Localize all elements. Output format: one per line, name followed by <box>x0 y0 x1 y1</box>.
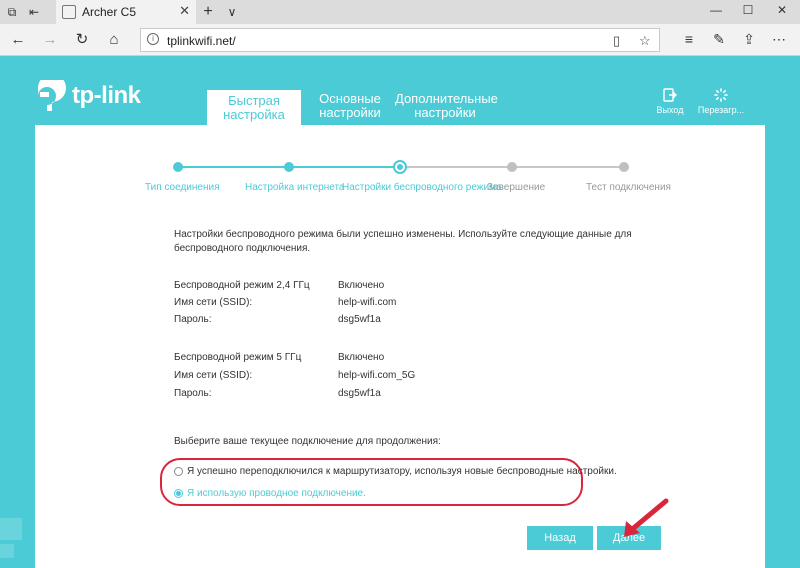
pass5-label: Пароль: <box>174 388 212 399</box>
step-dot-done <box>173 162 183 172</box>
step-dot-pending <box>507 162 517 172</box>
maximize-button[interactable]: ☐ <box>738 3 758 17</box>
url-text[interactable]: tplinkwifi.net/ <box>167 34 236 48</box>
favorite-star-icon[interactable]: ☆ <box>639 33 651 49</box>
reading-view-icon[interactable]: ▯ <box>613 33 620 49</box>
step-label: Завершение <box>487 182 546 193</box>
reboot-label: Перезагр... <box>697 105 745 115</box>
radio-wired[interactable] <box>174 489 183 498</box>
ssid24-label: Имя сети (SSID): <box>174 297 253 308</box>
ssid5-label: Имя сети (SSID): <box>174 370 253 381</box>
more-icon[interactable]: ⋯ <box>770 31 788 48</box>
logout-label: Выход <box>656 105 684 115</box>
step-label: Настройки беспроводного режима <box>342 182 502 193</box>
logout-icon <box>663 88 677 102</box>
ssid5-value: help-wifi.com_5G <box>338 370 416 381</box>
minimize-button[interactable]: — <box>706 3 726 17</box>
step-label: Тип соединения <box>145 182 220 193</box>
intro-text: Настройки беспроводного режима были успе… <box>174 229 632 254</box>
info-icon[interactable]: i <box>147 33 159 45</box>
notes-pen-icon[interactable]: ✎ <box>710 31 728 48</box>
band24-value: Включено <box>338 280 385 291</box>
radio-wireless-label[interactable]: Я успешно переподключился к маршрутизато… <box>187 466 617 477</box>
tab-overview-icon[interactable]: ⧉ <box>4 4 20 20</box>
tab-quick-setup[interactable]: Быстрая настройка <box>207 90 301 126</box>
favorites-hub-icon[interactable]: ≡ <box>680 31 698 47</box>
step-label: Тест подключения <box>586 182 671 193</box>
forward-icon[interactable]: → <box>40 31 60 49</box>
tab-close-icon[interactable]: ✕ <box>179 3 190 19</box>
pass5-value: dsg5wf1a <box>338 388 381 399</box>
tab-list-button[interactable]: ∨ <box>224 4 240 20</box>
back-button[interactable]: Назад <box>527 526 593 550</box>
tab-aside-icon[interactable]: ⇤ <box>26 4 42 20</box>
pass24-label: Пароль: <box>174 314 212 325</box>
refresh-icon[interactable]: ↻ <box>72 31 92 49</box>
step-label: Настройка интернета <box>245 182 345 193</box>
brand-logo-text: tp-link <box>72 82 141 109</box>
browser-tab-strip: ⧉ ⇤ Archer C5 ✕ + ∨ — ☐ ✕ <box>0 0 800 24</box>
tab-advanced[interactable]: Дополнительные настройки <box>395 92 498 120</box>
decorative-squares-icon <box>0 518 22 558</box>
connection-prompt: Выберите ваше текущее подключение для пр… <box>174 436 441 447</box>
band5-label: Беспроводной режим 5 ГГц <box>174 352 302 363</box>
step-dot-done <box>284 162 294 172</box>
band24-label: Беспроводной режим 2,4 ГГц <box>174 280 310 291</box>
pass24-value: dsg5wf1a <box>338 314 381 325</box>
logout-button[interactable]: Выход <box>648 88 692 115</box>
tab-favicon-icon <box>62 5 76 19</box>
annotation-arrow-icon <box>624 498 669 537</box>
back-icon[interactable]: ← <box>8 31 28 49</box>
window-close-button[interactable]: ✕ <box>772 3 792 17</box>
tab-title: Archer C5 <box>82 5 137 19</box>
radio-wired-label[interactable]: Я использую проводное подключение. <box>187 488 366 499</box>
address-bar[interactable]: i tplinkwifi.net/ ▯ ☆ <box>140 28 660 52</box>
ssid24-value: help-wifi.com <box>338 297 397 308</box>
new-tab-button[interactable]: + <box>200 4 216 20</box>
radio-wireless[interactable] <box>174 467 183 476</box>
share-icon[interactable]: ⇪ <box>740 31 758 48</box>
step-dot-current <box>393 160 407 174</box>
reboot-icon <box>714 88 728 102</box>
reboot-button[interactable]: Перезагр... <box>696 88 746 115</box>
band5-value: Включено <box>338 352 385 363</box>
step-dot-pending <box>619 162 629 172</box>
browser-tab[interactable]: Archer C5 ✕ <box>56 0 196 24</box>
tp-link-logo-icon <box>34 80 70 112</box>
navigation-bar: ← → ↻ ⌂ i tplinkwifi.net/ ▯ ☆ ≡ ✎ ⇪ ⋯ <box>0 24 800 56</box>
tab-basic[interactable]: Основные настройки <box>318 92 382 120</box>
home-icon[interactable]: ⌂ <box>104 31 124 49</box>
